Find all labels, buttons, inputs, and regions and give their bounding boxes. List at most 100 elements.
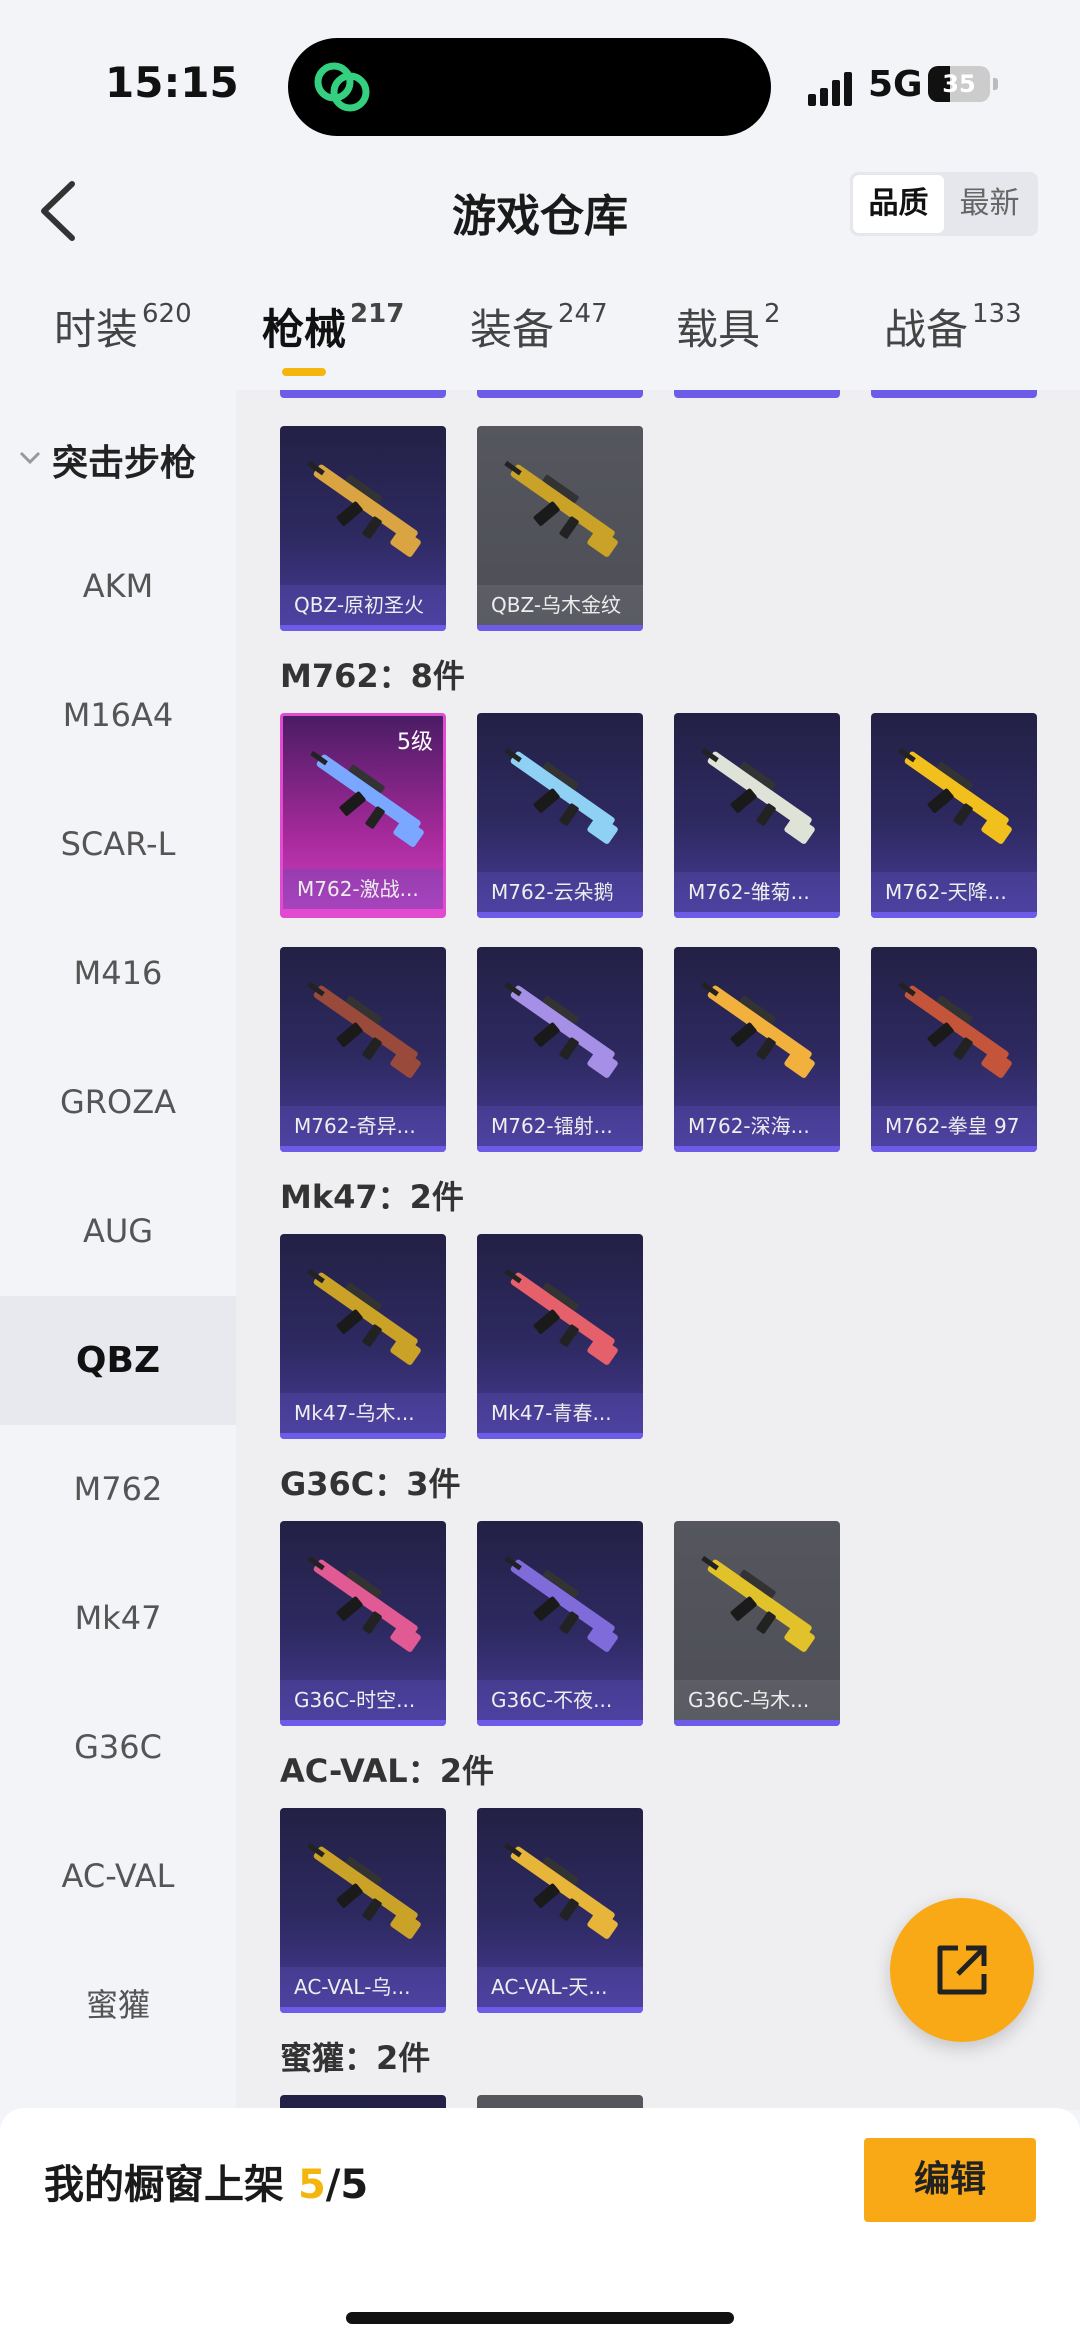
section-label: Mk47：2件	[280, 1178, 464, 1216]
section-label: G36C：3件	[280, 1465, 461, 1503]
weapon-skin-image	[307, 1555, 421, 1652]
weapon-skin-card[interactable]: G36C-不夜...	[477, 1521, 643, 1726]
sidebar-item[interactable]: Mk47	[0, 1554, 236, 1683]
weapon-skin-name: Mk47-青春...	[477, 1393, 643, 1433]
weapon-skin-card[interactable]: G36C-乌木...	[674, 1521, 840, 1726]
tab-outfits[interactable]: 时装 620	[54, 296, 192, 357]
rarity-bar	[477, 1720, 643, 1726]
tab-label: 装备	[470, 305, 555, 354]
section-label: M762：8件	[280, 657, 465, 695]
weapon-skin-name: G36C-乌木...	[674, 1680, 840, 1720]
sidebar-item[interactable]: QBZ	[0, 1296, 236, 1425]
weapon-skin-card[interactable]: Mk47-乌木...	[280, 1234, 446, 1439]
tab-label: 战备	[884, 305, 969, 354]
rarity-bar	[477, 625, 643, 631]
tab-firearms[interactable]: 枪械 217	[262, 296, 404, 357]
sidebar-category-header[interactable]: 突击步枪	[0, 418, 236, 498]
sidebar-item[interactable]: G36C	[0, 1683, 236, 1812]
weapon-skin-name: G36C-不夜...	[477, 1680, 643, 1720]
weapon-skin-card[interactable]: 5级 M762-激战...	[280, 713, 446, 918]
tab-count: 2	[764, 299, 781, 329]
weapon-skin-image	[307, 1842, 421, 1939]
sort-latest-button[interactable]: 最新	[944, 175, 1035, 233]
rarity-bar	[477, 2007, 643, 2013]
weapon-skin-card[interactable]: AC-VAL-天...	[477, 1808, 643, 2013]
weapon-skin-name: M762-雏菊...	[674, 872, 840, 912]
weapon-skin-name: QBZ-乌木金纹	[477, 585, 643, 625]
share-button[interactable]	[890, 1898, 1034, 2042]
showcase-count-label: 我的橱窗上架 5/5	[44, 2152, 368, 2210]
sidebar-item[interactable]: M762	[0, 1425, 236, 1554]
rarity-bar	[280, 2007, 446, 2013]
weapon-skin-image	[504, 981, 618, 1078]
rarity-bar	[871, 912, 1037, 918]
sidebar-item[interactable]: M16A4	[0, 651, 236, 780]
weapon-skin-card[interactable]: G36C-时空...	[280, 1521, 446, 1726]
weapon-skin-image	[307, 460, 421, 557]
sidebar-item[interactable]: AKM	[0, 522, 236, 651]
tab-count: 247	[558, 299, 608, 329]
sidebar-item[interactable]: AC-VAL	[0, 1812, 236, 1941]
weapon-skin-card[interactable]: QBZ-原初圣火	[280, 426, 446, 631]
rarity-bar	[280, 1720, 446, 1726]
tab-equipment[interactable]: 装备 247	[470, 296, 608, 357]
weapon-skin-card[interactable]: M762-天降...	[871, 713, 1037, 918]
scrolled-card-edge	[477, 390, 643, 398]
weapon-skin-image	[701, 981, 815, 1078]
weapon-skin-image	[504, 1842, 618, 1939]
cellular-signal-icon	[808, 72, 852, 106]
weapon-skin-card[interactable]: M762-深海...	[674, 947, 840, 1152]
weapon-skin-card[interactable]: AC-VAL-乌...	[280, 1808, 446, 2013]
tab-label: 枪械	[262, 305, 347, 354]
share-icon	[937, 1945, 987, 1995]
weapon-skin-card[interactable]: QBZ-乌木金纹	[477, 426, 643, 631]
weapon-skin-card[interactable]: M762-奇异...	[280, 947, 446, 1152]
weapon-skin-name: M762-深海...	[674, 1106, 840, 1146]
weapon-skin-image	[504, 460, 618, 557]
weapon-skin-name: M762-云朵鹅	[477, 872, 643, 912]
status-bar: 15:15 5G 35	[0, 0, 1080, 170]
showcase-count-total: /5	[325, 2162, 369, 2208]
edit-button[interactable]: 编辑	[864, 2138, 1036, 2222]
tab-vehicles[interactable]: 载具 2	[676, 296, 781, 357]
weapon-skin-image	[701, 747, 815, 844]
rarity-bar	[674, 912, 840, 918]
battery-icon: 35	[928, 66, 990, 102]
weapon-skin-card[interactable]: M762-拳皇 97	[871, 947, 1037, 1152]
network-type: 5G	[868, 64, 923, 105]
sidebar-item[interactable]: AUG	[0, 1167, 236, 1296]
weapon-skin-name: G36C-时空...	[280, 1680, 446, 1720]
rarity-bar	[280, 1146, 446, 1152]
scrolled-card-edge	[871, 390, 1037, 398]
weapon-skin-image	[701, 1555, 815, 1652]
rarity-bar	[674, 1720, 840, 1726]
sidebar-item[interactable]: SCAR-L	[0, 780, 236, 909]
tab-supplies[interactable]: 战备 133	[884, 296, 1022, 357]
section-label: AC-VAL：2件	[280, 1752, 494, 1790]
weapon-grid: QBZ-原初圣火 QBZ-乌木金纹 M762：8件 5级 M762-激战... M762-…	[236, 390, 1080, 2110]
weapon-skin-name: M762-天降...	[871, 872, 1037, 912]
weapon-skin-name: M762-激战...	[283, 869, 443, 909]
weapon-skin-name: QBZ-原初圣火	[280, 585, 446, 625]
weapon-skin-card[interactable]: M762-云朵鹅	[477, 713, 643, 918]
sidebar-item[interactable]: GROZA	[0, 1038, 236, 1167]
level-badge: 5级	[397, 730, 433, 755]
weapon-skin-card[interactable]: M762-雏菊...	[674, 713, 840, 918]
weapon-skin-name: M762-镭射...	[477, 1106, 643, 1146]
tab-count: 620	[142, 299, 192, 329]
rarity-bar	[280, 1433, 446, 1439]
weapon-skin-image	[307, 1268, 421, 1365]
rarity-bar	[477, 912, 643, 918]
rarity-bar	[477, 1146, 643, 1152]
showcase-count-used: 5	[297, 2162, 326, 2208]
sidebar-item[interactable]: M416	[0, 909, 236, 1038]
sort-quality-button[interactable]: 品质	[853, 175, 944, 233]
sidebar-item[interactable]: 蜜獾	[0, 1941, 236, 2070]
rarity-bar	[871, 1146, 1037, 1152]
weapon-skin-name: Mk47-乌木...	[280, 1393, 446, 1433]
weapon-skin-card[interactable]: M762-镭射...	[477, 947, 643, 1152]
battery-level: 35	[942, 70, 976, 98]
showcase-label-text: 我的橱窗上架	[44, 2162, 298, 2208]
status-time: 15:15	[105, 58, 239, 107]
weapon-skin-card[interactable]: Mk47-青春...	[477, 1234, 643, 1439]
